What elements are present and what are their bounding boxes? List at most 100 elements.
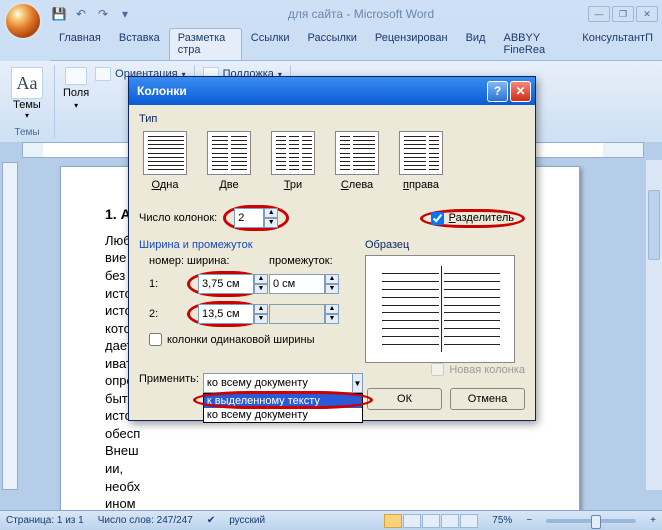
highlight-oval: ▲▼ xyxy=(187,271,265,297)
ribbon-tabs: ГлавнаяВставкаРазметка страСсылкиРассылк… xyxy=(50,28,662,61)
margins-button[interactable]: Поля ▾ xyxy=(63,67,89,110)
new-column-input xyxy=(431,363,444,376)
view-full-screen[interactable] xyxy=(403,514,421,528)
vertical-ruler[interactable] xyxy=(2,162,18,490)
ribbon-tab-0[interactable]: Главная xyxy=(50,28,110,60)
close-button[interactable]: ✕ xyxy=(636,6,658,22)
qat-redo-icon[interactable]: ↷ xyxy=(94,5,112,23)
zoom-slider[interactable] xyxy=(546,519,636,523)
dialog-titlebar[interactable]: Колонки ? ✕ xyxy=(129,77,535,105)
dialog-close-button[interactable]: ✕ xyxy=(510,81,531,102)
ribbon-tab-8[interactable]: КонсультантП xyxy=(573,28,662,60)
sample-label: Образец xyxy=(365,239,525,251)
column-type-presets: Одна Две Три Слева пправа xyxy=(143,131,521,191)
qat-undo-icon[interactable]: ↶ xyxy=(72,5,90,23)
width-spinner[interactable]: ▲▼ xyxy=(198,274,268,294)
equal-width-label: колонки одинаковой ширины xyxy=(167,334,315,346)
apply-label: Применить: xyxy=(139,373,199,385)
ribbon-tab-7[interactable]: ABBYY FineRea xyxy=(494,28,573,60)
num-columns-spinner[interactable]: ▲▼ xyxy=(234,208,278,228)
ribbon-tab-4[interactable]: Рассылки xyxy=(299,28,366,60)
column-preset-0[interactable]: Одна xyxy=(143,131,187,191)
view-draft[interactable] xyxy=(460,514,478,528)
office-button[interactable] xyxy=(4,2,42,40)
scrollbar-thumb[interactable] xyxy=(648,190,660,260)
themes-icon: Aa xyxy=(11,67,43,99)
zoom-out-button[interactable]: − xyxy=(526,515,532,526)
titlebar: 💾 ↶ ↷ ▾ для сайта - Microsoft Word — ❐ ✕ xyxy=(0,0,662,28)
status-language[interactable]: русский xyxy=(229,515,265,526)
equal-width-checkbox[interactable]: колонки одинаковой ширины xyxy=(149,333,351,346)
width-gap-grid: номер: ширина: промежуток: 1:▲▼▲▼2:▲▼▲▼ xyxy=(149,255,351,327)
ribbon-tab-3[interactable]: Ссылки xyxy=(242,28,299,60)
themes-button[interactable]: Aa Темы ▾ xyxy=(8,67,46,120)
dialog-title: Колонки xyxy=(137,84,187,98)
apply-combo-input[interactable] xyxy=(204,374,352,392)
highlight-oval: ▲▼ xyxy=(187,301,265,327)
view-print-layout[interactable] xyxy=(384,514,402,528)
ribbon-tab-5[interactable]: Рецензирован xyxy=(366,28,457,60)
col-width-header: ширина: xyxy=(187,255,265,267)
status-page[interactable]: Страница: 1 из 1 xyxy=(6,515,84,526)
zoom-in-button[interactable]: + xyxy=(650,515,656,526)
apply-option[interactable]: ко всему документу xyxy=(204,408,362,422)
apply-option[interactable]: к выделенному тексту xyxy=(204,394,362,408)
row-num: 1: xyxy=(149,278,183,290)
view-web[interactable] xyxy=(422,514,440,528)
window-title: для сайта - Microsoft Word xyxy=(134,7,588,21)
column-preset-1[interactable]: Две xyxy=(207,131,251,191)
spin-down-icon[interactable]: ▼ xyxy=(264,218,278,228)
spin-down-icon[interactable]: ▼ xyxy=(254,284,268,294)
view-outline[interactable] xyxy=(441,514,459,528)
minimize-button[interactable]: — xyxy=(588,6,610,22)
width-spinner[interactable]: ▲▼ xyxy=(198,304,268,324)
spin-input[interactable] xyxy=(198,304,254,324)
spin-down-icon[interactable]: ▼ xyxy=(254,314,268,324)
spin-up-icon[interactable]: ▲ xyxy=(325,274,339,284)
column-preset-4[interactable]: пправа xyxy=(399,131,443,191)
spin-up-icon[interactable]: ▲ xyxy=(254,274,268,284)
num-columns-label: Число колонок: xyxy=(139,212,217,224)
qat-save-icon[interactable]: 💾 xyxy=(50,5,68,23)
ribbon-tab-2[interactable]: Разметка стра xyxy=(169,28,242,60)
highlight-oval: Разделитель xyxy=(420,209,525,228)
width-spinner[interactable]: ▲▼ xyxy=(269,274,347,294)
proofing-icon[interactable]: ✔ xyxy=(207,515,215,526)
status-word-count[interactable]: Число слов: 247/247 xyxy=(98,515,193,526)
status-bar: Страница: 1 из 1 Число слов: 247/247 ✔ р… xyxy=(0,510,662,530)
maximize-button[interactable]: ❐ xyxy=(612,6,634,22)
spin-input[interactable] xyxy=(269,274,325,294)
spin-down-icon[interactable]: ▼ xyxy=(325,284,339,294)
qat-more-icon[interactable]: ▾ xyxy=(116,5,134,23)
dialog-help-button[interactable]: ? xyxy=(487,81,508,102)
themes-label: Темы xyxy=(13,99,41,111)
quick-access-toolbar: 💾 ↶ ↷ ▾ xyxy=(50,5,134,23)
spin-input[interactable] xyxy=(198,274,254,294)
width-gap-label: Ширина и промежуток xyxy=(139,239,351,251)
type-group-label: Тип xyxy=(139,113,525,125)
spin-up-icon[interactable]: ▲ xyxy=(264,208,278,218)
combo-dropdown-button[interactable]: ▼ xyxy=(352,374,362,392)
divider-checkbox[interactable]: Разделитель xyxy=(431,212,514,225)
cancel-button[interactable]: Отмена xyxy=(450,388,525,410)
ribbon-tab-6[interactable]: Вид xyxy=(457,28,495,60)
margins-label: Поля xyxy=(63,87,89,99)
dialog-body: Тип Одна Две Три Слева пправа Число колонок:… xyxy=(129,105,535,420)
equal-width-input[interactable] xyxy=(149,333,162,346)
column-preset-2[interactable]: Три xyxy=(271,131,315,191)
apply-combo-list: к выделенному текстуко всему документу xyxy=(203,393,363,423)
col-num-header: номер: xyxy=(149,255,183,267)
columns-dialog: Колонки ? ✕ Тип Одна Две Три Слева пправа Чи… xyxy=(128,76,536,421)
spin-up-icon[interactable]: ▲ xyxy=(254,304,268,314)
highlight-oval: ▲▼ xyxy=(223,205,289,231)
zoom-percent[interactable]: 75% xyxy=(492,515,512,526)
ok-button[interactable]: ОК xyxy=(367,388,442,410)
column-preset-3[interactable]: Слева xyxy=(335,131,379,191)
num-columns-input[interactable] xyxy=(234,208,264,228)
ribbon-tab-1[interactable]: Вставка xyxy=(110,28,169,60)
apply-combo[interactable]: ▼ к выделенному текстуко всему документу xyxy=(203,373,363,393)
sample-preview xyxy=(365,255,515,363)
vertical-scrollbar[interactable] xyxy=(645,160,662,490)
spin-input xyxy=(269,304,325,324)
divider-checkbox-input[interactable] xyxy=(431,212,444,225)
